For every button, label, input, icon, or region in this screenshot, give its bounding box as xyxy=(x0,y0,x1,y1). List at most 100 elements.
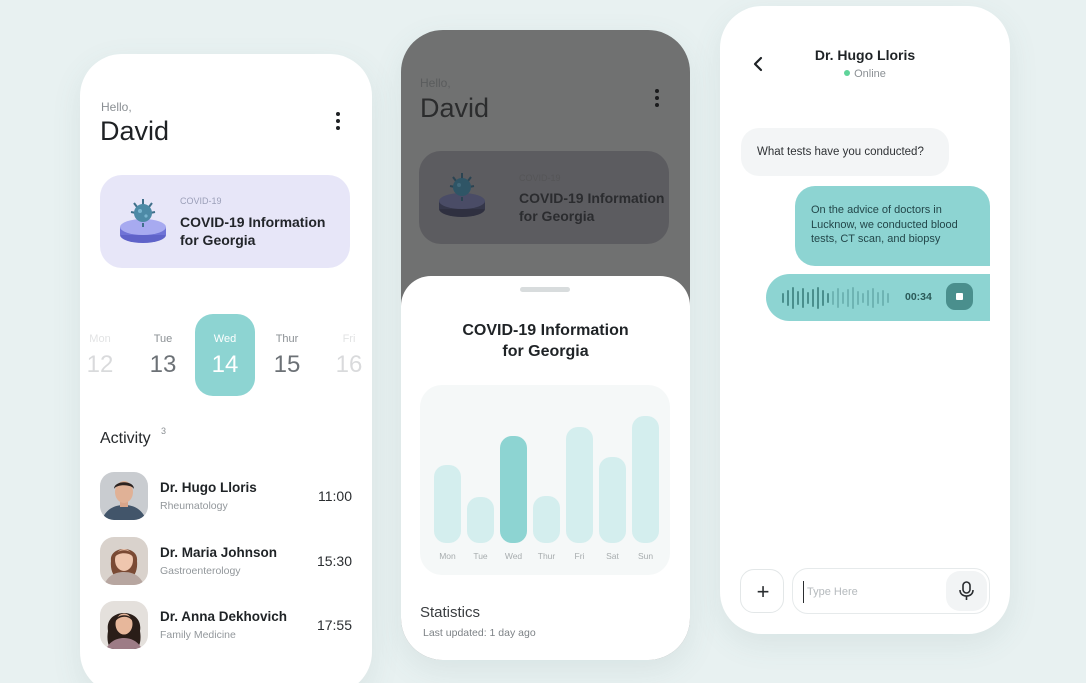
doctor-name: Dr. Maria Johnson xyxy=(160,545,278,560)
waveform-bar xyxy=(852,286,854,309)
waveform-bar xyxy=(882,289,884,306)
chart-tick-label: Thur xyxy=(537,551,556,561)
date-day-name: Mon xyxy=(89,333,111,345)
more-vertical-icon[interactable] xyxy=(648,85,666,111)
chart-bar-sat xyxy=(599,457,626,543)
waveform-bar xyxy=(832,290,834,305)
chart-bar-mon xyxy=(434,465,461,543)
date-tue[interactable]: Tue 13 xyxy=(133,314,193,396)
online-status: Online xyxy=(720,68,1010,80)
microphone-icon xyxy=(959,581,974,600)
incoming-message: What tests have you conducted? xyxy=(741,128,949,176)
activity-title: Activity xyxy=(100,430,151,447)
waveform-bar xyxy=(857,290,859,305)
sheet-title-line-2: for Georgia xyxy=(502,343,589,360)
date-day-number: 12 xyxy=(86,351,114,378)
date-day-name: Tue xyxy=(153,333,173,345)
date-day-name: Fri xyxy=(342,333,356,345)
avatar xyxy=(100,472,148,520)
date-fri[interactable]: Fri 16 xyxy=(319,314,372,396)
home-screen: Hello, David COVID-19 COVID-19 Informati… xyxy=(80,54,372,683)
chart-tick-label: Sun xyxy=(637,551,654,561)
add-attachment-button[interactable]: + xyxy=(740,569,784,613)
waveform-bar xyxy=(792,286,794,309)
chart-bar-thur xyxy=(533,496,560,543)
waveform xyxy=(782,274,889,321)
doctor-specialty: Rheumatology xyxy=(160,500,228,512)
covid-card-label: COVID-19 xyxy=(180,196,222,206)
statistics-updated: Last updated: 1 day ago xyxy=(423,627,536,639)
voice-duration: 00:34 xyxy=(905,291,932,303)
list-item[interactable]: Dr. Maria Johnson Gastroenterology 15:30 xyxy=(100,537,352,587)
date-mon[interactable]: Mon 12 xyxy=(80,314,130,396)
plus-icon: + xyxy=(756,579,770,604)
appointment-time: 15:30 xyxy=(316,553,352,569)
waveform-bar xyxy=(862,292,864,303)
covid-card-title: COVID-19 Information for Georgia xyxy=(180,214,326,248)
list-item[interactable]: Dr. Anna Dekhovich Family Medicine 17:55 xyxy=(100,601,352,651)
appointment-time: 11:00 xyxy=(318,488,352,504)
virus-icon xyxy=(116,193,172,249)
waveform-bar xyxy=(887,292,889,303)
waveform-bar xyxy=(827,292,829,303)
waveform-bar xyxy=(812,288,814,307)
more-vertical-icon[interactable] xyxy=(329,108,347,134)
waveform-bar xyxy=(797,290,799,305)
list-item[interactable]: Dr. Hugo Lloris Rheumatology 11:00 xyxy=(100,472,352,522)
statistics-sheet: COVID-19 Information for Georgia Mon Tue W… xyxy=(401,276,690,660)
chart-tick-label: Mon xyxy=(439,551,456,561)
voice-message[interactable]: 00:34 xyxy=(766,274,990,321)
chart-bar-fri xyxy=(566,427,593,543)
chart-tick-label: Wed xyxy=(504,551,523,561)
waveform-bar xyxy=(782,292,784,303)
outgoing-message: On the advice of doctors in Lucknow, we … xyxy=(795,186,990,266)
stop-icon[interactable] xyxy=(946,283,973,310)
waveform-bar xyxy=(802,287,804,308)
date-wed[interactable]: Wed 14 xyxy=(195,314,255,396)
covid-info-card[interactable]: COVID-19 COVID-19 Information for Georgi… xyxy=(419,151,669,244)
date-day-number: 14 xyxy=(211,351,239,378)
chart-tick-label: Sat xyxy=(606,551,619,561)
statistics-bar-chart: Mon Tue Wed Thur Fri Sat Sun xyxy=(420,385,670,575)
covid-info-card[interactable]: COVID-19 COVID-19 Information for Georgi… xyxy=(100,175,350,268)
waveform-bar xyxy=(837,287,839,308)
waveform-bar xyxy=(877,291,879,304)
date-day-name: Wed xyxy=(213,333,237,345)
sheet-title-line-1: COVID-19 Information xyxy=(462,322,629,339)
sheet-drag-handle[interactable] xyxy=(520,287,570,292)
waveform-bar xyxy=(822,289,824,306)
statistics-title: Statistics xyxy=(420,604,481,621)
date-day-name: Thur xyxy=(275,333,299,345)
doctor-name: Dr. Hugo Lloris xyxy=(160,480,257,495)
waveform-bar xyxy=(842,291,844,304)
waveform-bar xyxy=(817,286,819,309)
waveform-bar xyxy=(807,291,809,304)
message-input[interactable] xyxy=(803,581,933,603)
chat-contact-name: Dr. Hugo Lloris xyxy=(814,47,916,63)
message-input-box xyxy=(792,568,990,614)
sheet-title: COVID-19 Information for Georgia xyxy=(401,320,690,362)
avatar xyxy=(100,601,148,649)
statistics-screen: Hello, David COVID-19 COVID-19 Informati… xyxy=(401,30,690,660)
chart-bar-sun xyxy=(632,416,659,543)
virus-icon xyxy=(435,167,491,223)
doctor-specialty: Gastroenterology xyxy=(160,565,241,577)
waveform-bar xyxy=(787,289,789,306)
microphone-button[interactable] xyxy=(946,571,987,611)
waveform-bar xyxy=(872,287,874,308)
user-name: David xyxy=(100,116,170,146)
online-dot-icon xyxy=(844,70,851,77)
online-label: Online xyxy=(854,68,886,80)
greeting: Hello, xyxy=(420,76,451,90)
chart-bar-wed xyxy=(500,436,527,543)
chart-tick-label: Fri xyxy=(574,551,585,561)
doctor-name: Dr. Anna Dekhovich xyxy=(160,609,288,624)
appointment-time: 17:55 xyxy=(316,617,352,633)
date-thur[interactable]: Thur 15 xyxy=(257,314,317,396)
date-day-number: 15 xyxy=(273,351,301,378)
chat-screen: Dr. Hugo Lloris Online What tests have y… xyxy=(720,6,1010,634)
covid-card-title: COVID-19 Information for Georgia xyxy=(519,190,665,224)
covid-card-label: COVID-19 xyxy=(519,173,561,183)
waveform-bar xyxy=(847,288,849,307)
user-name: David xyxy=(420,93,490,123)
